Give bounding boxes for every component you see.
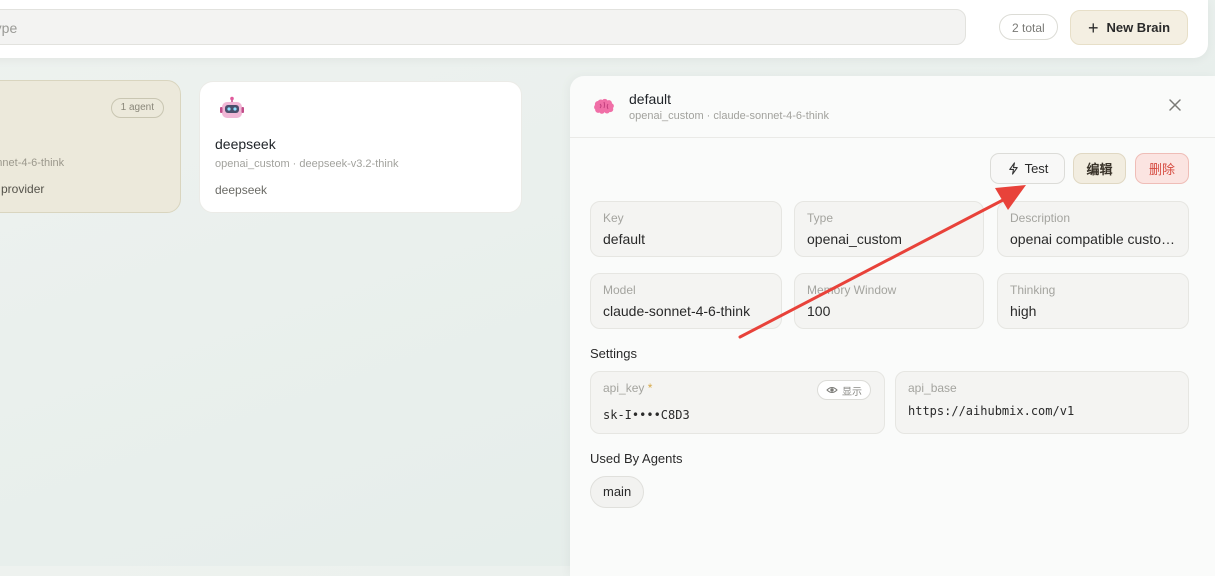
close-icon[interactable] <box>1167 97 1183 113</box>
new-brain-label: New Brain <box>1106 20 1171 35</box>
new-brain-button[interactable]: + New Brain <box>1070 10 1188 45</box>
lightning-icon <box>1008 162 1018 175</box>
search-placeholder: / type <box>0 20 18 36</box>
field-label: Key <box>603 211 624 225</box>
card-description: om provider <box>0 182 45 196</box>
field-thinking: Thinking high <box>997 273 1189 329</box>
field-value: 100 <box>807 303 831 319</box>
setting-value[interactable]: https://aihubmix.com/v1 <box>908 404 1178 418</box>
field-type: Type openai_custom <box>794 201 984 257</box>
setting-value[interactable]: sk-I••••C8D3 <box>603 408 874 422</box>
field-value: openai_custom <box>807 231 902 247</box>
required-mark: * <box>647 381 653 395</box>
setting-label: api_base <box>908 381 957 395</box>
field-value: claude-sonnet-4-6-think <box>603 303 751 319</box>
show-label: 显示 <box>842 386 862 398</box>
panel-title: default <box>629 91 672 107</box>
panel-subtitle: openai_custom · claude-sonnet-4-6-think <box>629 110 829 122</box>
agent-count-badge: 1 agent <box>110 98 164 118</box>
setting-api-key: api_key * 显示 sk-I••••C8D3 <box>590 371 885 434</box>
field-model: Model claude-sonnet-4-6-think <box>590 273 782 329</box>
plus-icon: + <box>1087 17 1099 38</box>
field-key: Key default <box>590 201 782 257</box>
brain-icon <box>594 98 614 114</box>
used-by-heading: Used By Agents <box>590 451 683 466</box>
field-memory-window: Memory Window 100 <box>794 273 984 329</box>
card-name: deepseek <box>215 136 276 152</box>
field-label: Type <box>807 211 834 225</box>
brain-card-default[interactable]: 1 agent -sonnet-4-6-think om provider <box>0 80 181 213</box>
test-button[interactable]: Test <box>990 153 1065 184</box>
setting-api-base: api_base https://aihubmix.com/v1 <box>895 371 1189 434</box>
agent-chip[interactable]: main <box>590 476 645 508</box>
eye-icon <box>826 387 838 393</box>
field-value: openai compatible custom provider <box>1010 231 1178 247</box>
field-label: Memory Window <box>807 283 897 297</box>
field-label: Model <box>603 283 636 297</box>
card-description: deepseek <box>215 183 268 197</box>
field-value: high <box>1010 303 1037 319</box>
brain-detail-panel: default openai_custom · claude-sonnet-4-… <box>570 76 1215 576</box>
robot-icon <box>220 96 244 118</box>
field-label: Thinking <box>1010 283 1056 297</box>
card-meta: openai_custom · deepseek-v3.2-think <box>215 158 399 170</box>
panel-header: default openai_custom · claude-sonnet-4-… <box>570 76 1215 138</box>
show-secret-button[interactable]: 显示 <box>817 380 871 400</box>
field-description: Description openai compatible custom pro… <box>997 201 1189 257</box>
field-value: default <box>603 231 646 247</box>
field-label: Description <box>1010 211 1071 225</box>
edit-button[interactable]: 编辑 <box>1073 153 1126 184</box>
setting-label-wrap: api_key * <box>603 381 652 395</box>
card-meta: -sonnet-4-6-think <box>0 157 65 169</box>
brain-card-deepseek[interactable]: deepseek openai_custom · deepseek-v3.2-t… <box>199 81 522 213</box>
delete-button[interactable]: 删除 <box>1135 153 1189 184</box>
test-label: Test <box>1024 161 1049 176</box>
setting-label: api_key <box>603 381 645 395</box>
search-input[interactable]: / type <box>0 9 966 45</box>
total-count-badge: 2 total <box>999 14 1058 40</box>
settings-heading: Settings <box>590 346 637 361</box>
